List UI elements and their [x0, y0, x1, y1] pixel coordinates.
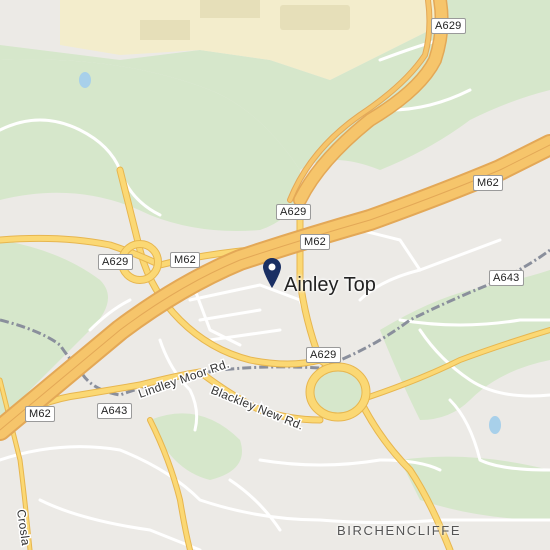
road-shield-m62-east: M62 — [473, 175, 503, 191]
road-shield-a629-top: A629 — [431, 18, 466, 34]
road-shield-m62-southwest: M62 — [25, 406, 55, 422]
road-shield-a643-east: A643 — [489, 270, 524, 286]
building-block-1 — [200, 0, 260, 18]
road-shield-a629-mid: A629 — [276, 204, 311, 220]
road-shield-a629-west: A629 — [98, 254, 133, 270]
place-label-birchencliffe: BIRCHENCLIFFE — [337, 523, 462, 538]
water-pond-north — [79, 72, 91, 88]
map-view[interactable]: Lindley Moor Rd. Blackley New Rd. Crosla… — [0, 0, 550, 550]
building-block-3 — [140, 20, 190, 40]
roundabout-south — [305, 362, 371, 422]
building-block-2 — [280, 5, 350, 30]
road-shield-m62-center: M62 — [300, 234, 330, 250]
map-canvas: Lindley Moor Rd. Blackley New Rd. Crosla — [0, 0, 550, 550]
place-label-ainley-top[interactable]: Ainley Top — [284, 274, 376, 297]
road-shield-m62-west: M62 — [170, 252, 200, 268]
road-shield-a629-south: A629 — [306, 347, 341, 363]
water-pond-east — [489, 416, 501, 434]
road-shield-a643-southwest: A643 — [97, 403, 132, 419]
